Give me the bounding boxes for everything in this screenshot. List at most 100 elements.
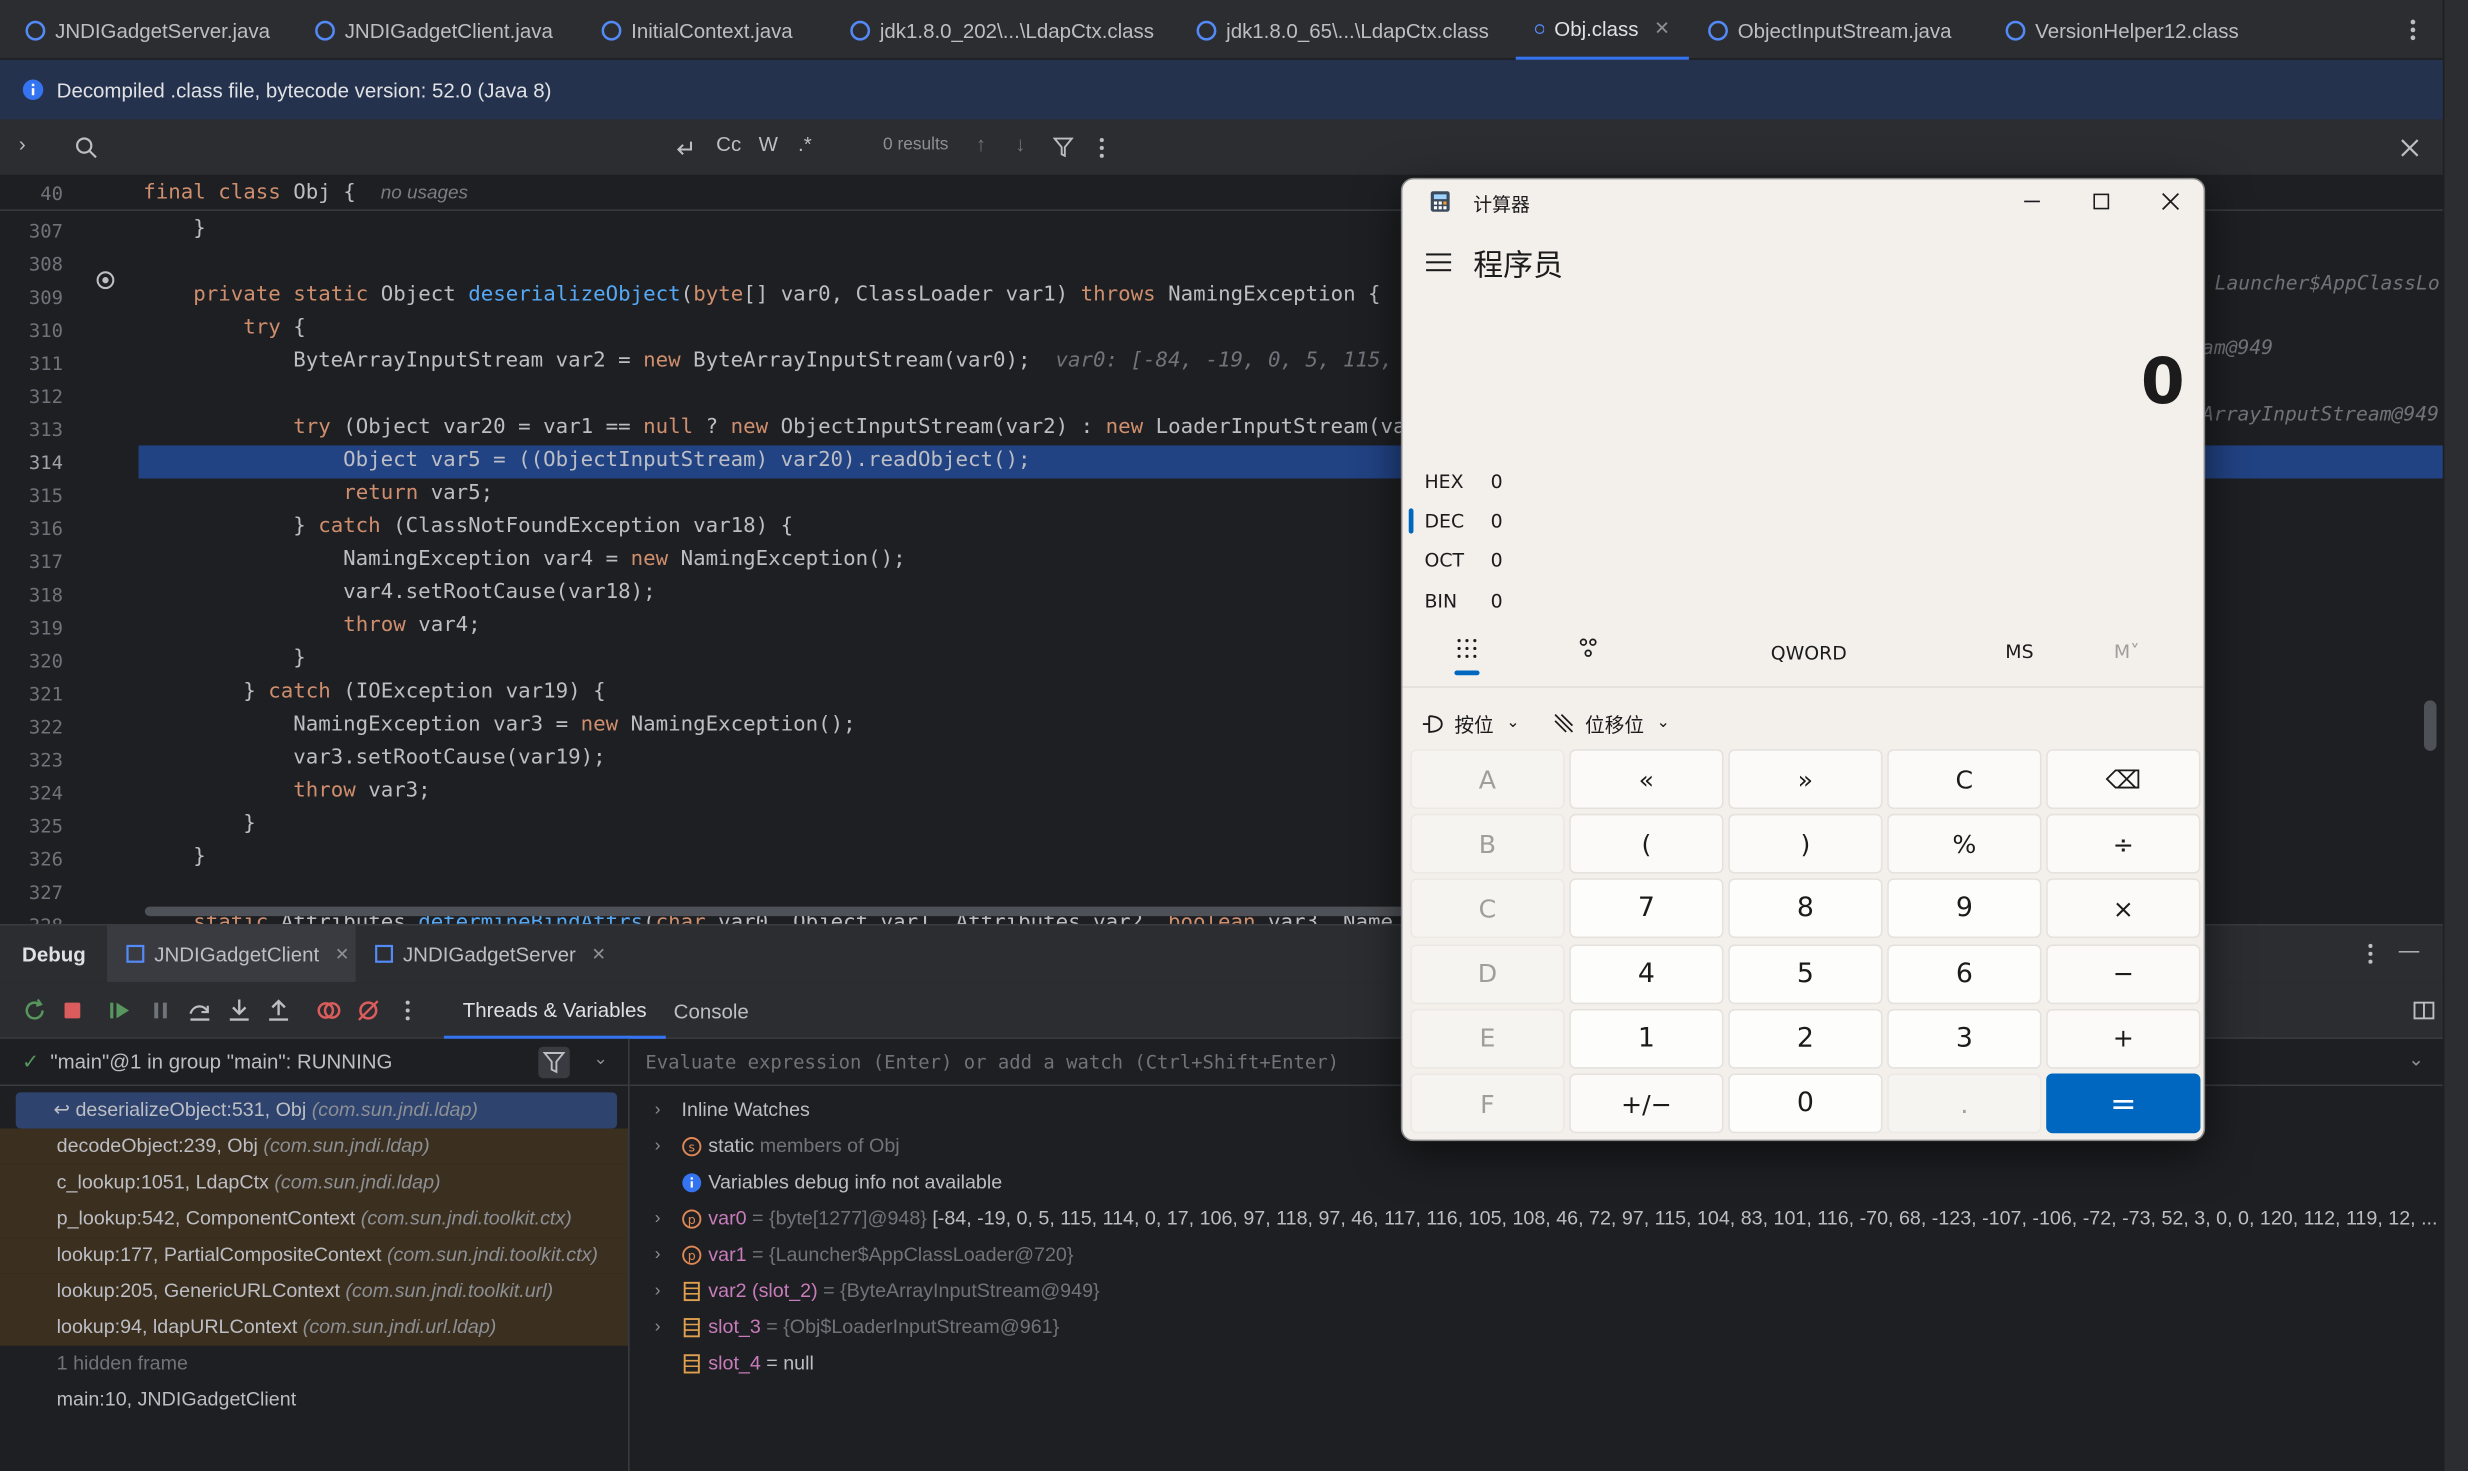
tab-obj-class[interactable]: Obj.class ✕ [1515,0,1689,60]
key-close-paren-button[interactable]: ) [1728,814,1883,874]
filter-icon[interactable] [538,1046,570,1079]
tab-jndigadgetserver[interactable]: JNDIGadgetServer.java [25,0,270,60]
key-percent-button[interactable]: % [1887,814,2042,874]
stack-frame[interactable]: p_lookup:542, ComponentContext (com.sun.… [0,1200,629,1238]
chevron-right-icon[interactable]: › [655,1310,661,1346]
variable-row[interactable]: Variables debug info not available [630,1165,2443,1201]
radix-bin[interactable]: BIN 0 [1402,582,1717,620]
chevron-down-icon[interactable]: ⌄ [2408,1048,2424,1070]
radix-dec[interactable]: DEC 0 [1402,502,1717,540]
key-7-button[interactable]: 7 [1569,878,1724,939]
search-icon[interactable] [74,135,99,160]
more-vertical-icon[interactable] [395,998,420,1023]
key-clear-button[interactable]: C [1887,749,2042,810]
key-shift-right-button[interactable]: » [1728,749,1883,810]
variable-row[interactable]: › slot_3 = {Obj$LoaderInputStream@961} [630,1310,2443,1346]
key-5-button[interactable]: 5 [1728,943,1883,1004]
tab-threads-variables[interactable]: Threads & Variables [443,982,666,1039]
key-f-button[interactable]: F [1410,1073,1565,1134]
variable-row[interactable]: slot_4 = null [630,1346,2443,1382]
close-icon[interactable] [2161,192,2180,211]
key-c-button[interactable]: C [1410,878,1565,939]
key-add-button[interactable]: + [2046,1008,2201,1069]
chevron-right-icon[interactable]: › [655,1237,661,1273]
session-tab-server[interactable]: JNDIGadgetServer ✕ [375,926,606,983]
key-b-button[interactable]: B [1410,814,1565,874]
key-negate-button[interactable]: +/− [1569,1073,1724,1134]
tab-objectinputstream[interactable]: ObjectInputStream.java [1708,0,1952,60]
step-over-icon[interactable] [187,998,212,1023]
filter-icon[interactable] [1053,137,1074,158]
key-2-button[interactable]: 2 [1728,1008,1883,1069]
key-backspace-button[interactable]: ⌫ [2046,749,2201,810]
key-a-button[interactable]: A [1410,749,1565,810]
bitshift-dropdown[interactable]: 位移位 ⌄ [1552,708,1670,738]
chevron-right-icon[interactable]: › [655,1129,661,1165]
mute-breakpoints-icon[interactable] [356,998,381,1023]
key-4-button[interactable]: 4 [1569,943,1724,1004]
key-e-button[interactable]: E [1410,1008,1565,1069]
thread-selector[interactable]: ✓ "main"@1 in group "main": RUNNING ⌄ [0,1039,629,1087]
key-subtract-button[interactable]: − [2046,943,2201,1004]
maximize-icon[interactable] [2092,192,2111,211]
word-size-button[interactable]: QWORD [1771,642,1847,664]
key-open-paren-button[interactable]: ( [1569,814,1724,874]
more-vertical-icon[interactable] [2361,943,2380,965]
tab-initialcontext[interactable]: InitialContext.java [601,0,793,60]
key-equals-button[interactable]: = [2046,1073,2201,1134]
key-d-button[interactable]: D [1410,943,1565,1004]
override-marker-icon[interactable] [94,269,116,291]
words-toggle[interactable]: W [759,132,778,156]
close-icon[interactable] [2399,137,2421,159]
chevron-right-icon[interactable]: › [655,1201,661,1237]
stack-frame[interactable]: main:10, JNDIGadgetClient [0,1382,628,1418]
tab-ldapctx-202[interactable]: jdk1.8.0_202\...\LdapCtx.class [850,0,1154,60]
hidden-frames-toggle[interactable]: 1 hidden frame [0,1346,628,1382]
key-1-button[interactable]: 1 [1569,1008,1724,1069]
tab-versionhelper12[interactable]: VersionHelper12.class [2005,0,2239,60]
radix-hex[interactable]: HEX 0 [1402,463,1717,501]
more-vertical-icon[interactable] [1091,135,1113,160]
full-keypad-icon[interactable] [1456,637,1478,659]
close-icon[interactable]: ✕ [1654,17,1670,39]
view-link[interactable]: View [2437,1207,2442,1229]
arrow-down-icon[interactable]: ↓ [1015,132,1025,156]
arrow-up-icon[interactable]: ↑ [976,132,986,156]
step-into-icon[interactable] [227,998,252,1023]
key-shift-left-button[interactable]: « [1569,749,1724,810]
more-vertical-icon[interactable] [2402,14,2424,45]
key-decimal-button[interactable]: . [1887,1073,2042,1134]
chevron-right-icon[interactable]: › [655,1273,661,1309]
chevron-down-icon[interactable]: ⌄ [593,1048,608,1069]
key-0-button[interactable]: 0 [1728,1073,1883,1134]
variable-row[interactable]: › p var0 = {byte[1277]@948} [-84, -19, 0, … [630,1201,2443,1237]
step-out-icon[interactable] [266,998,291,1023]
stack-frame[interactable]: lookup:205, GenericURLContext (com.sun.j… [0,1273,629,1310]
tab-console[interactable]: Console [674,982,749,1039]
key-8-button[interactable]: 8 [1728,878,1883,939]
stack-frame[interactable]: lookup:177, PartialCompositeContext (com… [0,1237,629,1274]
horizontal-scrollbar[interactable] [144,906,1405,917]
tab-jndigadgetclient[interactable]: JNDIGadgetClient.java [315,0,553,60]
session-tab-client[interactable]: JNDIGadgetClient ✕ [107,925,356,983]
bitwise-dropdown[interactable]: 按位 ⌄ [1421,708,1520,738]
editor-scrollbar[interactable] [2423,700,2437,751]
key-6-button[interactable]: 6 [1887,943,2042,1004]
stack-frame[interactable]: ↩ deserializeObject:531, Obj (com.sun.jn… [15,1092,618,1129]
hamburger-menu-icon[interactable] [1426,252,1452,274]
chevron-right-icon[interactable]: › [655,1092,661,1128]
pause-icon[interactable] [148,998,173,1023]
newline-icon[interactable] [674,137,696,159]
layout-icon[interactable] [2411,998,2436,1023]
stack-frame[interactable]: decodeObject:239, Obj (com.sun.jndi.ldap… [0,1128,629,1165]
stop-icon[interactable] [60,998,85,1023]
stack-frame[interactable]: c_lookup:1051, LdapCtx (com.sun.jndi.lda… [0,1164,629,1201]
tab-ldapctx-65[interactable]: jdk1.8.0_65\...\LdapCtx.class [1196,0,1489,60]
memory-dropdown-button[interactable]: M˅ [2114,641,2140,663]
view-breakpoints-icon[interactable] [316,998,341,1023]
key-9-button[interactable]: 9 [1887,878,2042,939]
close-icon[interactable]: ✕ [335,944,350,964]
regex-toggle[interactable]: .* [798,132,812,156]
chevron-right-icon[interactable]: › [19,132,26,156]
match-case-toggle[interactable]: Cc [716,132,741,156]
